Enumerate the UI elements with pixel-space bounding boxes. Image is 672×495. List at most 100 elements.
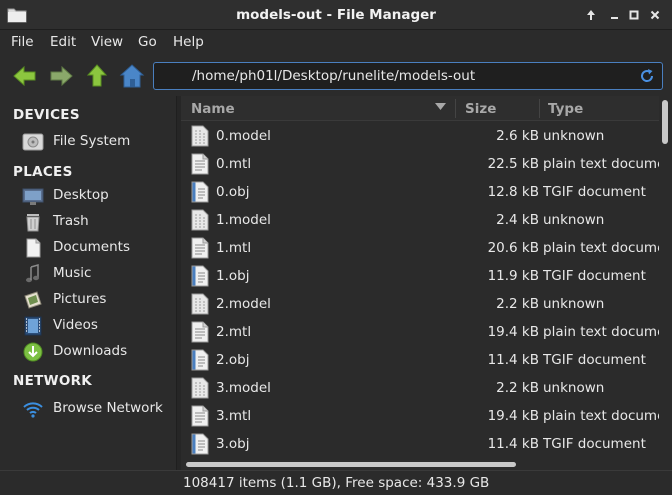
file-type: TGIF document	[543, 268, 646, 284]
file-type: plain text document	[543, 408, 659, 424]
file-type: plain text document	[543, 240, 659, 256]
close-button[interactable]	[645, 6, 665, 24]
column-size-header[interactable]: Size	[465, 101, 496, 117]
reload-icon[interactable]	[638, 67, 656, 85]
status-bar: 108417 items (1.1 GB), Free space: 433.9…	[0, 470, 672, 495]
vertical-scrollbar[interactable]	[659, 96, 672, 458]
file-row[interactable]: 2.model 2.2 kB unknown	[181, 290, 659, 318]
drive-icon	[22, 133, 44, 151]
file-size: 20.6 kB	[487, 240, 539, 256]
home-icon	[119, 64, 145, 88]
file-row[interactable]: 0.mtl 22.5 kBplain text document	[181, 150, 659, 178]
tgif-file-icon	[191, 265, 209, 287]
downloads-icon	[23, 342, 43, 362]
sidebar-item-label: Videos	[53, 317, 98, 333]
sidebar-item-label: Documents	[53, 239, 130, 255]
forward-arrow-icon	[50, 65, 73, 87]
shade-button[interactable]	[582, 6, 600, 24]
horizontal-scrollbar[interactable]	[181, 458, 659, 470]
videos-icon	[24, 316, 42, 336]
file-row[interactable]: 1.obj 11.9 kB TGIF document	[181, 262, 659, 290]
file-type: plain text document	[543, 324, 659, 340]
file-type: unknown	[543, 380, 605, 396]
file-row[interactable]: 3.obj 11.4 kB TGIF document	[181, 430, 659, 458]
menu-view[interactable]: View	[91, 34, 123, 50]
forward-button[interactable]	[48, 63, 74, 89]
file-type: TGIF document	[543, 184, 646, 200]
text-file-icon	[191, 237, 209, 259]
documents-icon	[26, 238, 41, 258]
menu-edit[interactable]: Edit	[50, 34, 76, 50]
file-size: 19.4 kB	[487, 408, 539, 424]
back-button[interactable]	[12, 63, 38, 89]
sidebar-item-trash[interactable]: Trash	[22, 211, 172, 233]
sidebar-item-label: Browse Network	[53, 400, 163, 416]
file-row[interactable]: 0.model 2.6 kB unknown	[181, 122, 659, 150]
sidebar-item-pictures[interactable]: Pictures	[22, 289, 172, 311]
menu-go[interactable]: Go	[138, 34, 157, 50]
home-button[interactable]	[119, 63, 145, 89]
file-name: 0.mtl	[216, 156, 252, 172]
close-icon	[650, 10, 660, 20]
music-icon	[26, 264, 39, 283]
sidebar-item-desktop[interactable]: Desktop	[22, 185, 172, 207]
horizontal-scroll-thumb[interactable]	[186, 462, 516, 467]
file-row[interactable]: 1.mtl 20.6 kBplain text document	[181, 234, 659, 262]
sidebar-item-documents[interactable]: Documents	[22, 237, 172, 259]
file-type: unknown	[543, 212, 605, 228]
text-file-icon	[191, 405, 209, 427]
sidebar-item-music[interactable]: Music	[22, 263, 172, 285]
unknown-file-icon	[191, 377, 209, 399]
column-name-header[interactable]: Name	[191, 101, 235, 117]
sidebar-item-downloads[interactable]: Downloads	[22, 341, 172, 363]
file-name: 3.mtl	[216, 408, 252, 424]
vertical-scroll-thumb[interactable]	[662, 100, 668, 144]
file-row[interactable]: 1.model 2.4 kB unknown	[181, 206, 659, 234]
menu-help[interactable]: Help	[173, 34, 204, 50]
sidebar: DEVICES File System PLACES Desktop Trash	[0, 96, 176, 470]
file-name: 0.obj	[216, 184, 250, 200]
status-text: 108417 items (1.1 GB), Free space: 433.9…	[183, 475, 490, 491]
file-name: 1.model	[216, 212, 271, 228]
up-button[interactable]	[84, 63, 110, 89]
sidebar-item-videos[interactable]: Videos	[22, 315, 172, 337]
devices-heading: DEVICES	[13, 107, 80, 123]
sort-descending-icon[interactable]	[435, 103, 446, 111]
file-name: 2.mtl	[216, 324, 252, 340]
text-file-icon	[191, 321, 209, 343]
sidebar-item-label: Desktop	[53, 187, 109, 203]
sidebar-item-label: Trash	[53, 213, 89, 229]
sidebar-item-browse-network[interactable]: Browse Network	[22, 398, 172, 420]
column-separator[interactable]	[455, 99, 456, 118]
file-row[interactable]: 3.model 2.2 kB unknown	[181, 374, 659, 402]
file-size: 11.4 kB	[487, 436, 539, 452]
file-name: 1.obj	[216, 268, 250, 284]
pictures-icon	[24, 291, 42, 309]
file-size: 11.9 kB	[487, 268, 539, 284]
file-row[interactable]: 2.mtl 19.4 kBplain text document	[181, 318, 659, 346]
title-bar: models-out - File Manager	[0, 0, 672, 30]
file-type: unknown	[543, 128, 605, 144]
maximize-button[interactable]	[625, 6, 643, 24]
column-separator[interactable]	[539, 99, 540, 118]
text-file-icon	[191, 153, 209, 175]
file-row[interactable]: 3.mtl 19.4 kBplain text document	[181, 402, 659, 430]
location-bar[interactable]	[153, 62, 663, 90]
location-input[interactable]	[154, 63, 634, 89]
minimize-button[interactable]	[605, 6, 623, 24]
network-heading: NETWORK	[13, 373, 93, 389]
sidebar-item-label: Downloads	[53, 343, 128, 359]
file-name: 1.mtl	[216, 240, 252, 256]
file-rows: 0.model 2.6 kB unknown 0.mtl 22.5 kB plain te…	[181, 122, 659, 458]
file-size: 19.4 kB	[487, 324, 539, 340]
file-type: TGIF document	[543, 436, 646, 452]
file-row[interactable]: 2.obj 11.4 kB TGIF document	[181, 346, 659, 374]
sidebar-item-file-system[interactable]: File System	[22, 131, 172, 153]
file-name: 3.obj	[216, 436, 250, 452]
file-size: 2.4 kB	[496, 212, 539, 228]
menu-file[interactable]: File	[11, 34, 34, 50]
file-row[interactable]: 0.obj 12.8 kB TGIF document	[181, 178, 659, 206]
tgif-file-icon	[191, 433, 209, 455]
column-type-header[interactable]: Type	[548, 101, 583, 117]
column-header: Name Size Type	[181, 96, 659, 121]
